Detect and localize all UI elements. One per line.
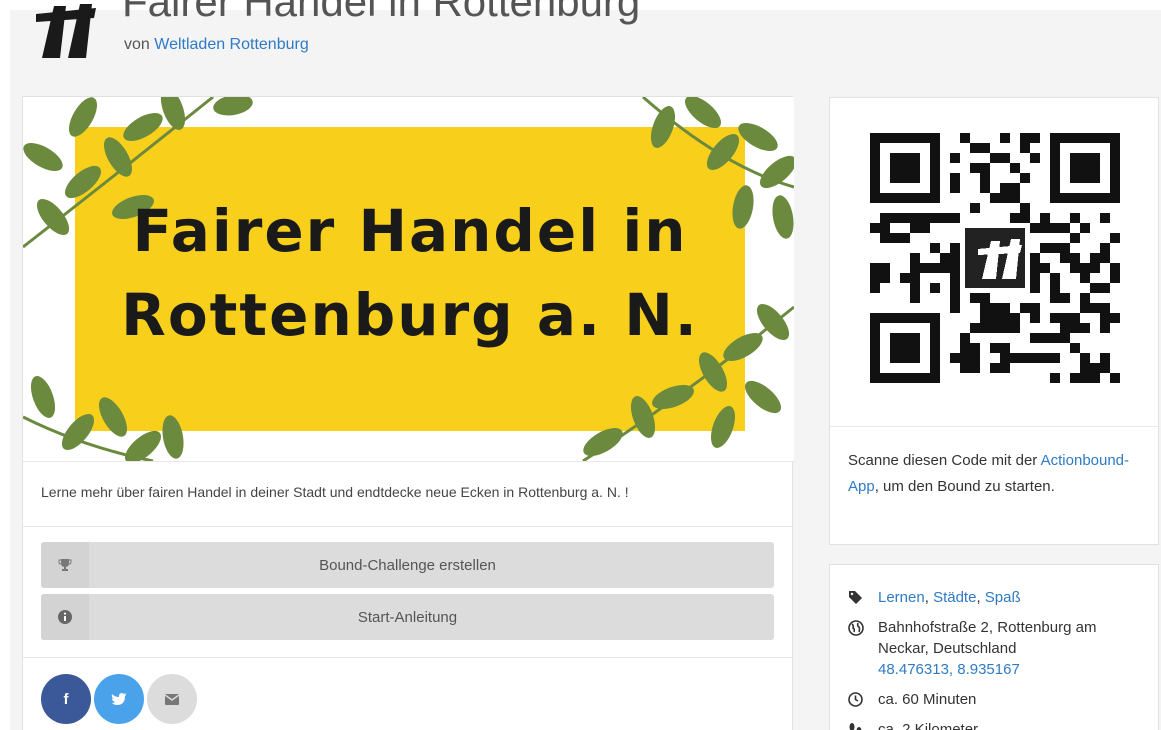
start-guide-label: Start-Anleitung: [357, 608, 458, 626]
banner-line-2: Rottenburg a. N.: [121, 281, 699, 349]
footprints-icon: [848, 719, 878, 730]
duration-text: ca. 60 Minuten: [878, 691, 977, 708]
banner-title: Fairer Handel in Rottenburg a. N.: [75, 189, 745, 357]
qr-instructions: Scanne diesen Code mit der Actionbound-A…: [848, 448, 1144, 500]
trophy-icon: [41, 542, 89, 588]
create-challenge-label: Bound-Challenge erstellen: [319, 556, 496, 574]
bound-banner: Fairer Handel in Rottenburg a. N.: [23, 97, 794, 461]
create-challenge-button[interactable]: Bound-Challenge erstellen: [41, 542, 774, 588]
qr-card: Scanne diesen Code mit der Actionbound-A…: [829, 97, 1160, 545]
byline: von Weltladen Rottenburg: [124, 36, 309, 54]
facebook-share-button[interactable]: f: [41, 674, 91, 724]
address-text: Bahnhofstraße 2, Rottenburg am Neckar, D…: [878, 619, 1097, 657]
address-block: Bahnhofstraße 2, Rottenburg am Neckar, D…: [878, 617, 1148, 680]
twitter-share-button[interactable]: [94, 674, 144, 724]
duration-row: ca. 60 Minuten: [848, 689, 1148, 710]
tag-link[interactable]: Spaß: [985, 589, 1021, 606]
tag-separator: ,: [924, 589, 934, 606]
distance-row: ca. 2 Kilometer: [848, 719, 1148, 730]
twitter-icon: [111, 693, 127, 705]
tags-row: Lernen, Städte, Spaß: [848, 587, 1148, 608]
bound-info-card: Lernen, Städte, Spaß Bahnhofstraße 2, Ro…: [829, 564, 1159, 730]
tag-separator: ,: [976, 589, 985, 606]
actionbound-logo[interactable]: [30, 0, 100, 58]
clock-icon: [848, 689, 878, 710]
banner-line-1: Fairer Handel in: [132, 197, 688, 265]
page-title: Fairer Handel in Rottenburg: [122, 0, 641, 25]
globe-icon: [848, 617, 878, 680]
author-link[interactable]: Weltladen Rottenburg: [154, 36, 308, 53]
distance-text: ca. 2 Kilometer: [878, 721, 979, 730]
qr-divider: [830, 426, 1160, 427]
byline-prefix: von: [124, 36, 150, 53]
tag-list: Lernen, Städte, Spaß: [878, 587, 1021, 608]
envelope-icon: [165, 693, 179, 705]
info-circle-icon: [41, 594, 89, 640]
share-row: f: [23, 657, 794, 730]
start-guide-button[interactable]: Start-Anleitung: [41, 594, 774, 640]
qr-text-after: , um den Bound zu starten.: [874, 478, 1055, 495]
bound-description: Lerne mehr über fairen Handel in deiner …: [23, 461, 794, 527]
address-row: Bahnhofstraße 2, Rottenburg am Neckar, D…: [848, 617, 1148, 680]
qr-text-before: Scanne diesen Code mit der: [848, 452, 1038, 469]
tag-icon: [848, 587, 878, 608]
coordinates-link[interactable]: 48.476313, 8.935167: [878, 661, 1020, 678]
facebook-icon: f: [63, 690, 69, 708]
email-share-button[interactable]: [147, 674, 197, 724]
bound-card: Fairer Handel in Rottenburg a. N. Lerne …: [22, 96, 794, 730]
qr-code: [870, 133, 1120, 383]
tag-link[interactable]: Lernen: [878, 589, 925, 606]
tag-link[interactable]: Städte: [933, 589, 976, 606]
